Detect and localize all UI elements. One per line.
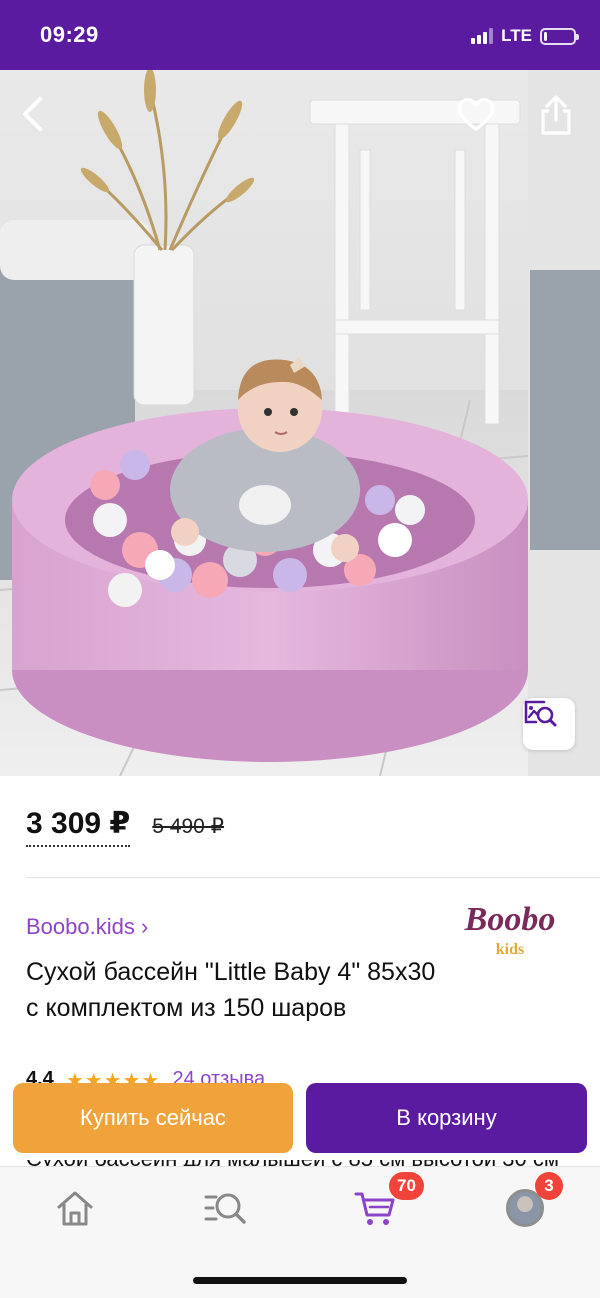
tab-home[interactable] (45, 1183, 105, 1233)
seller-logo[interactable]: Boobo kids (440, 896, 580, 966)
product-title: Сухой бассейн "Little Baby 4" 85х30 с ко… (26, 958, 436, 1022)
tab-catalog[interactable] (195, 1183, 255, 1233)
share-icon (541, 95, 571, 135)
visual-search-button[interactable] (523, 698, 575, 750)
battery-level (544, 31, 547, 41)
buy-now-button[interactable]: Купить сейчас (13, 1083, 293, 1153)
product-photo (0, 70, 600, 776)
image-search-icon (524, 700, 557, 727)
seller-logo-sub: kids (496, 941, 524, 958)
home-indicator (193, 1277, 407, 1284)
status-time: 09:29 (40, 22, 99, 47)
add-to-cart-button[interactable]: В корзину (306, 1083, 587, 1153)
profile-notification-badge: 3 (535, 1172, 563, 1200)
old-price: 5 490 ₽ (152, 815, 225, 838)
catalog-search-icon (204, 1193, 246, 1224)
product-image-gallery[interactable] (0, 70, 600, 776)
status-indicators: LTE (471, 26, 579, 46)
price-row: 3 309 ₽ 5 490 ₽ (26, 806, 224, 847)
cart-icon (354, 1192, 395, 1225)
network-type: LTE (501, 26, 532, 45)
signal-icon (471, 28, 494, 44)
battery-icon (540, 27, 579, 45)
action-bar: Купить сейчас В корзину (0, 1080, 600, 1160)
chevron-left-icon (23, 97, 42, 131)
status-bar: 09:29 LTE (0, 0, 600, 70)
cart-count-badge: 70 (389, 1172, 424, 1200)
current-price[interactable]: 3 309 ₽ (26, 806, 131, 847)
favorite-button[interactable] (456, 96, 504, 140)
back-button[interactable] (18, 96, 62, 140)
share-button[interactable] (538, 94, 582, 142)
divider (26, 877, 600, 878)
heart-icon (457, 98, 495, 131)
seller-logo-text: Boobo (464, 901, 556, 938)
home-icon (57, 1191, 93, 1226)
seller-link[interactable]: Boobo.kids › (26, 914, 148, 940)
